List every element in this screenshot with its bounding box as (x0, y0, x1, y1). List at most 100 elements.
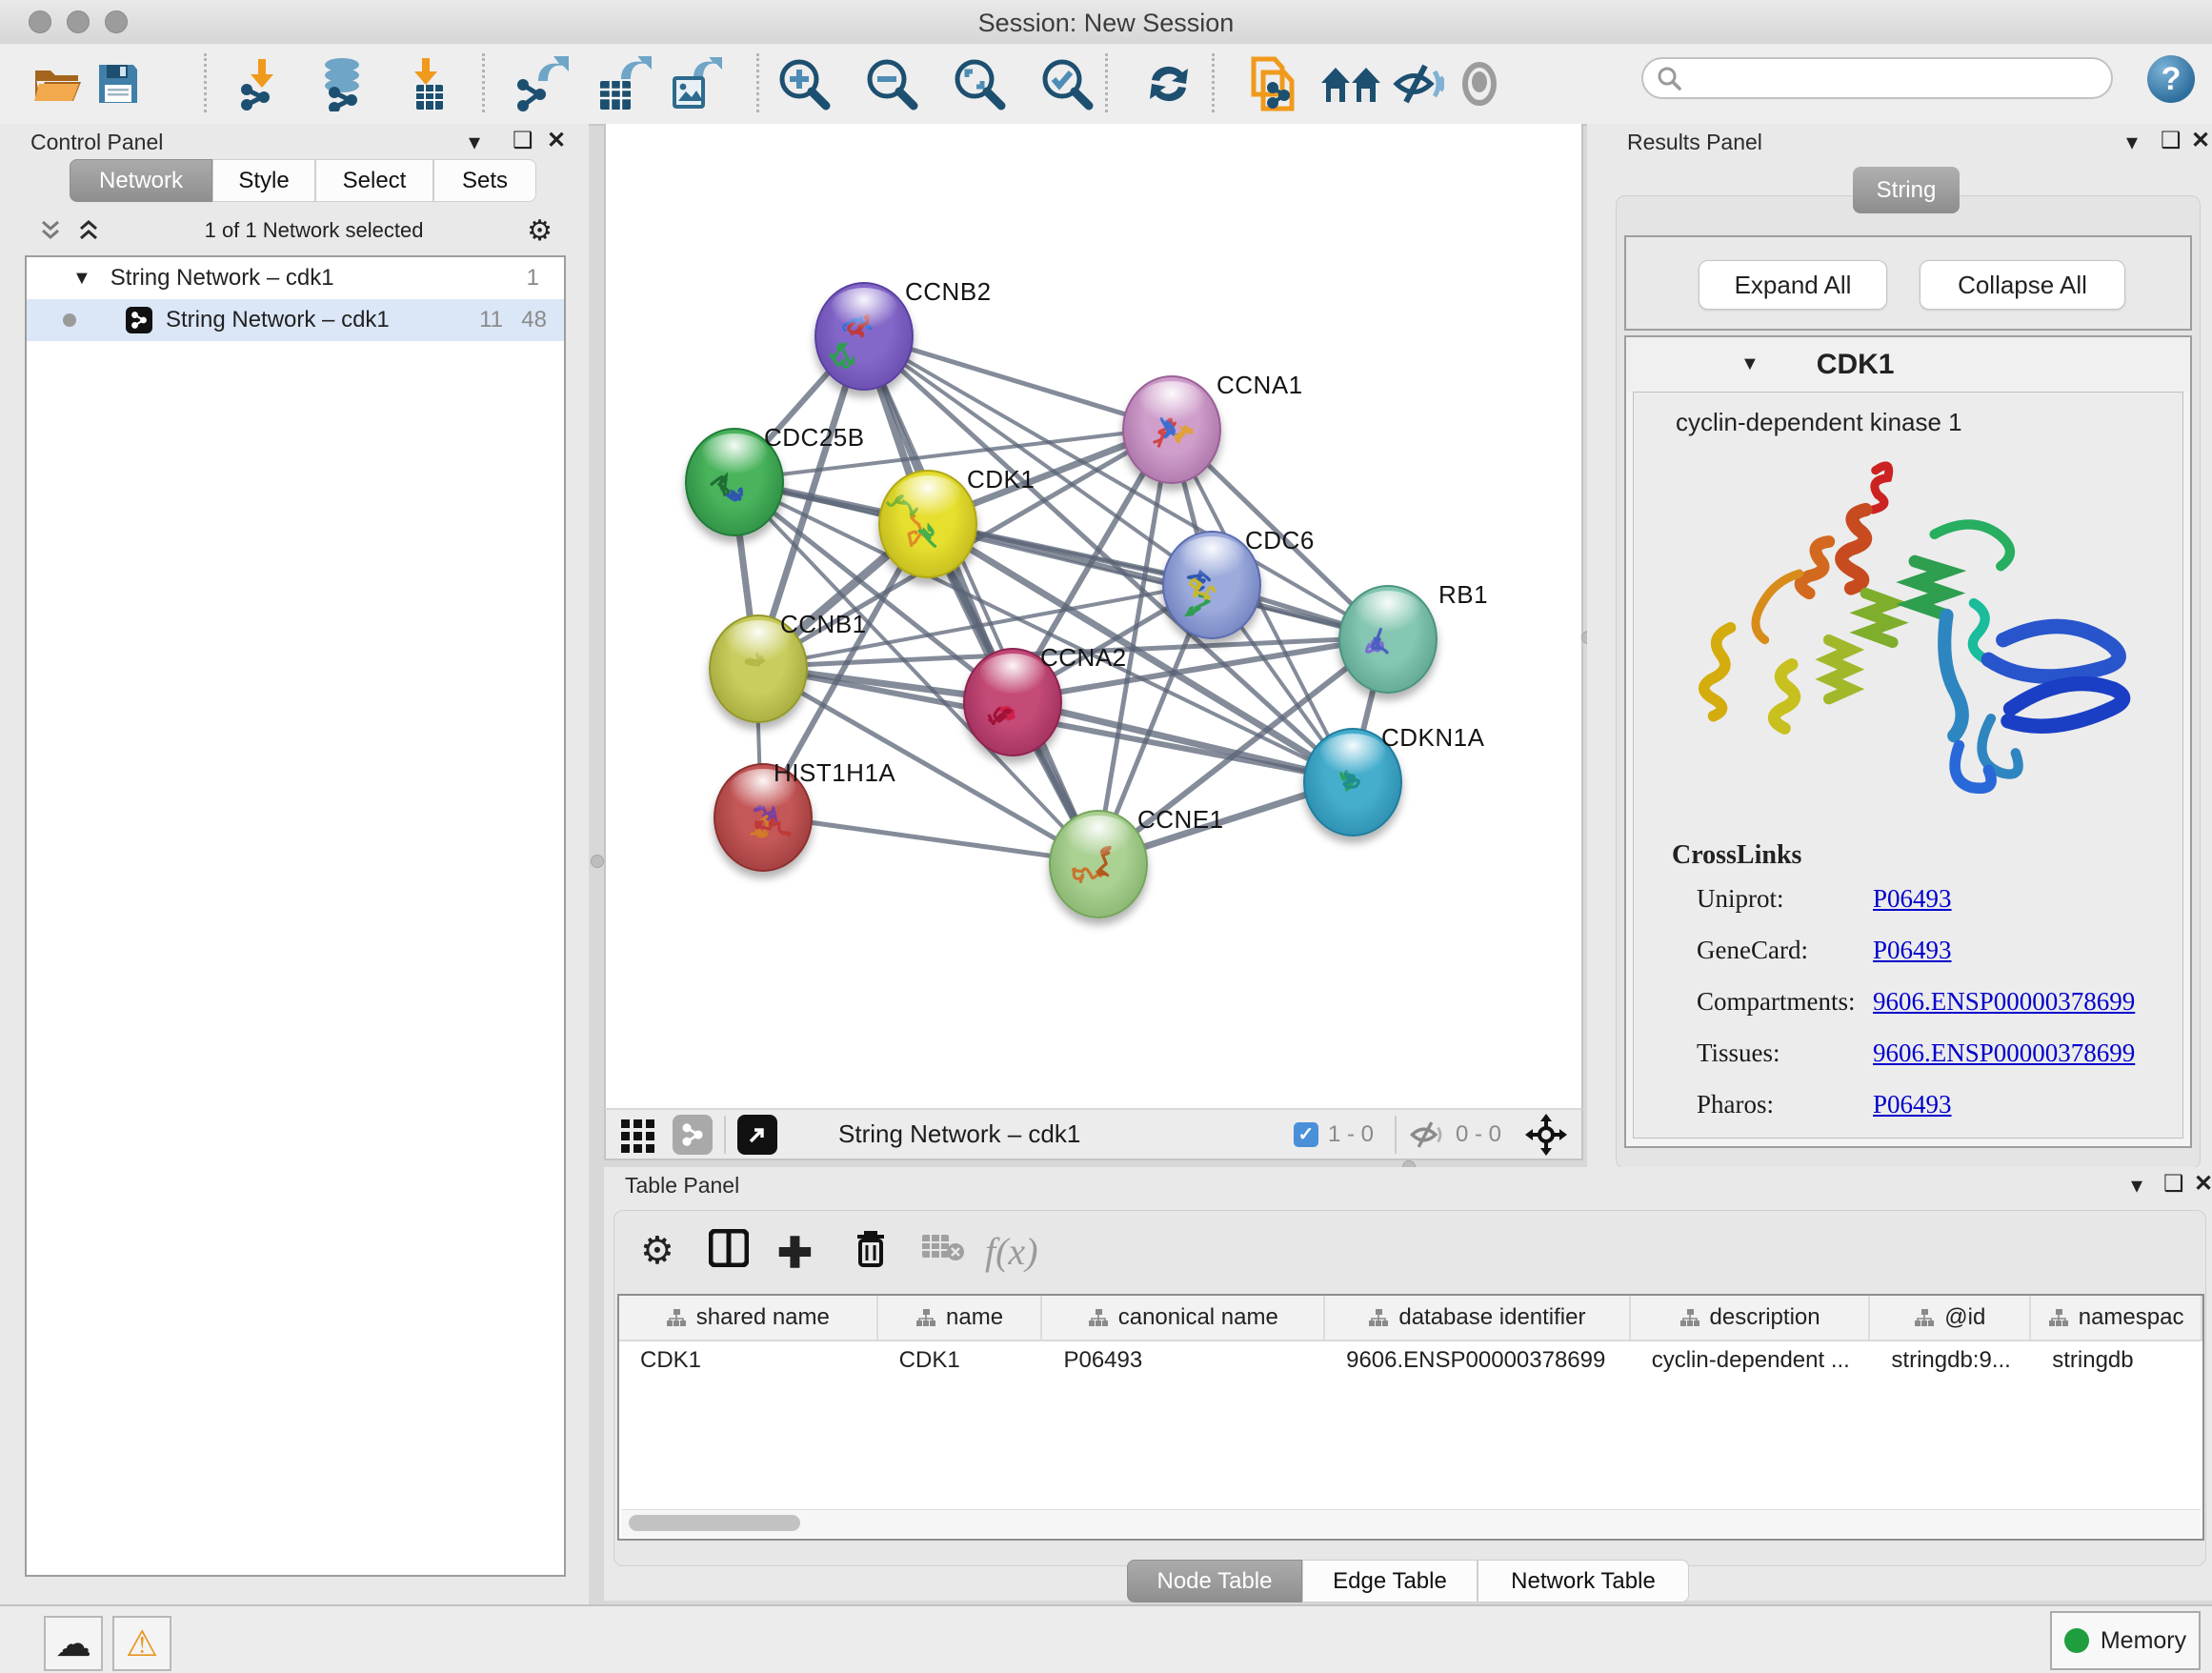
fit-crosshair-icon[interactable] (1524, 1113, 1568, 1157)
network-collection-row[interactable]: ▼ String Network – cdk1 1 (27, 257, 564, 299)
results-panel: Results Panel ▾ ❑ ✕ String Expand All Co… (1587, 124, 2212, 1167)
collapse-triangle-icon[interactable]: ▼ (72, 268, 91, 290)
collection-label: String Network – cdk1 (111, 265, 334, 292)
refresh-icon[interactable] (1139, 57, 1198, 111)
node-label-CDC25B: CDC25B (764, 423, 865, 453)
table-h-scrollbar[interactable] (621, 1509, 2201, 1537)
crosslink-value-link[interactable]: 9606.ENSP00000378699 (1873, 1038, 2135, 1068)
column-header-database-identifier[interactable]: database identifier (1325, 1296, 1631, 1340)
warning-icon[interactable]: ⚠ (112, 1616, 171, 1671)
panel-float-icon[interactable]: ❑ (2161, 130, 2182, 152)
delete-column-icon[interactable] (854, 1229, 888, 1269)
zoom-in-icon[interactable] (774, 57, 834, 111)
node-CDK1[interactable] (878, 470, 977, 578)
home-icon[interactable] (1317, 57, 1384, 111)
cell-name[interactable]: CDK1 (878, 1347, 1043, 1374)
crosslink-value-link[interactable]: 9606.ENSP00000378699 (1873, 987, 2135, 1017)
import-network-icon[interactable] (231, 57, 291, 111)
zoom-out-icon[interactable] (862, 57, 921, 111)
function-builder-icon[interactable]: f(x) (985, 1229, 1038, 1274)
tab-network-table[interactable]: Network Table (1478, 1560, 1689, 1602)
tab-node-table[interactable]: Node Table (1127, 1560, 1302, 1602)
search-input[interactable] (1641, 57, 2113, 99)
protein-header-row[interactable]: ▼ CDK1 (1626, 337, 2190, 392)
tab-network[interactable]: Network (70, 159, 212, 202)
column-header-shared-name[interactable]: shared name (619, 1296, 878, 1340)
help-icon[interactable]: ? (2147, 55, 2195, 103)
memory-button[interactable]: Memory (2050, 1611, 2201, 1670)
panel-close-icon[interactable]: ✕ (547, 130, 566, 152)
show-all-icon[interactable] (1452, 57, 1507, 111)
scrollbar-thumb[interactable] (629, 1515, 800, 1531)
import-database-icon[interactable] (311, 57, 377, 111)
node-CCNB2[interactable] (814, 282, 914, 391)
column-header-name[interactable]: name (878, 1296, 1043, 1340)
table-gear-icon[interactable]: ⚙ (640, 1229, 674, 1273)
cell-shared-name[interactable]: CDK1 (619, 1347, 878, 1374)
export-table-icon[interactable] (590, 57, 654, 111)
cell-database-identifier[interactable]: 9606.ENSP00000378699 (1325, 1347, 1631, 1374)
save-session-icon[interactable] (91, 57, 145, 111)
zoom-fit-icon[interactable] (950, 57, 1009, 111)
show-columns-icon[interactable] (709, 1229, 749, 1267)
column-header-description[interactable]: description (1631, 1296, 1871, 1340)
cell-namespac[interactable]: stringdb (2031, 1347, 2202, 1374)
collapse-triangle-icon[interactable]: ▼ (1740, 353, 1760, 375)
node-table[interactable]: shared namenamecanonical namedatabase id… (617, 1294, 2204, 1541)
node-label-CCNB2: CCNB2 (905, 277, 992, 307)
import-table-icon[interactable] (395, 57, 458, 111)
panel-close-icon[interactable]: ✕ (2191, 130, 2210, 152)
zoom-selected-icon[interactable] (1037, 57, 1096, 111)
node-CCNA1[interactable] (1122, 375, 1221, 484)
export-network-icon[interactable] (509, 57, 572, 111)
column-type-icon (1914, 1308, 1935, 1327)
add-column-icon[interactable]: ✚ (777, 1229, 813, 1278)
hide-selected-icon[interactable] (1391, 57, 1446, 111)
panel-menu-icon[interactable]: ▾ (2126, 131, 2138, 154)
panel-float-icon[interactable]: ❑ (513, 130, 533, 152)
node-RB1[interactable] (1338, 585, 1438, 694)
cell-description[interactable]: cyclin-dependent ... (1631, 1347, 1871, 1374)
crosslink-value-link[interactable]: P06493 (1873, 936, 1952, 965)
left-splitter-handle[interactable] (591, 855, 604, 868)
network-canvas[interactable]: CCNB2CCNA1CDC25BCDK1CDC6RB1CCNB1CCNA2CDK… (604, 124, 1583, 1108)
tab-style[interactable]: Style (212, 159, 315, 202)
tab-string[interactable]: String (1853, 167, 1960, 213)
cloud-icon[interactable]: ☁ (44, 1616, 103, 1671)
export-image-icon[interactable] (664, 57, 725, 111)
birdseye-grid-icon[interactable] (619, 1116, 657, 1154)
copy-networks-icon[interactable] (1244, 57, 1307, 111)
memory-status-dot (2064, 1628, 2089, 1653)
collapse-all-button[interactable]: Collapse All (1920, 260, 2125, 310)
tab-sets[interactable]: Sets (433, 159, 536, 202)
crosslink-value-link[interactable]: P06493 (1873, 1090, 1952, 1119)
tab-edge-table[interactable]: Edge Table (1302, 1560, 1478, 1602)
delete-table-icon[interactable] (920, 1229, 964, 1263)
string-view-icon[interactable] (673, 1115, 713, 1155)
column-header-canonical-name[interactable]: canonical name (1042, 1296, 1325, 1340)
open-session-icon[interactable] (31, 57, 85, 111)
crosslink-row: Uniprot:P06493 (1697, 884, 2192, 914)
panel-menu-icon[interactable]: ▾ (2131, 1175, 2142, 1198)
options-gear-icon[interactable]: ⚙ (527, 214, 553, 248)
hidden-eye-icon[interactable] (1408, 1119, 1446, 1151)
node-CCNE1[interactable] (1049, 810, 1148, 918)
selected-checkbox-icon[interactable]: ✓ (1294, 1122, 1318, 1147)
network-row[interactable]: String Network – cdk1 11 48 (27, 299, 564, 341)
tab-select[interactable]: Select (315, 159, 433, 202)
cell-canonical-name[interactable]: P06493 (1042, 1347, 1325, 1374)
detach-view-icon[interactable] (737, 1115, 777, 1155)
collapse-all-icon[interactable] (38, 218, 63, 243)
column-type-icon (1088, 1308, 1109, 1327)
crosslink-value-link[interactable]: P06493 (1873, 884, 1952, 914)
table-row[interactable]: CDK1CDK1P064939606.ENSP00000378699cyclin… (619, 1341, 2202, 1380)
column-header--id[interactable]: @id (1870, 1296, 2031, 1340)
cell--id[interactable]: stringdb:9... (1870, 1347, 2031, 1374)
panel-float-icon[interactable]: ❑ (2163, 1173, 2184, 1196)
column-header-namespac[interactable]: namespac (2031, 1296, 2202, 1340)
expand-all-icon[interactable] (76, 218, 101, 243)
node-gloss (1178, 536, 1245, 576)
panel-close-icon[interactable]: ✕ (2194, 1173, 2212, 1196)
panel-menu-icon[interactable]: ▾ (469, 131, 480, 154)
expand-all-button[interactable]: Expand All (1699, 260, 1887, 310)
